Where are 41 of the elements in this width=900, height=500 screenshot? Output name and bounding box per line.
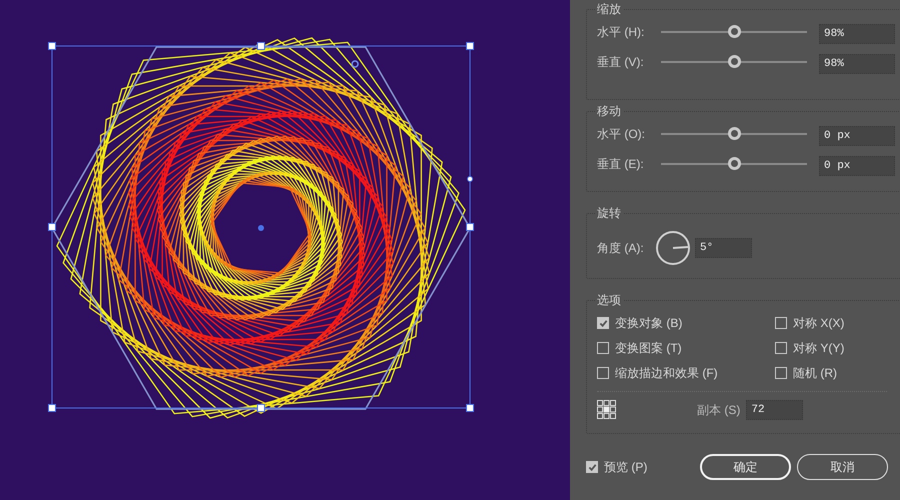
checkbox-label: 缩放描边和效果 (F) bbox=[615, 365, 718, 382]
input-field[interactable]: 98% bbox=[819, 54, 895, 74]
dialog-button[interactable]: 取消 bbox=[797, 454, 888, 480]
slider-thumb[interactable] bbox=[728, 25, 741, 38]
checkbox-label: 预览 (P) bbox=[604, 459, 648, 476]
checkbox[interactable] bbox=[586, 461, 598, 473]
checkbox-label: 随机 (R) bbox=[793, 365, 837, 382]
selected-spiral-artwork-drawing[interactable] bbox=[48, 37, 474, 419]
field-label: 角度 (A): bbox=[597, 240, 645, 257]
checkbox-label: 变换对象 (B) bbox=[615, 315, 682, 332]
input-field[interactable]: 0 px bbox=[819, 126, 895, 146]
field-label: 水平 (H): bbox=[597, 24, 646, 41]
checkbox-label: 变换图案 (T) bbox=[615, 340, 682, 357]
group-title: 缩放 bbox=[596, 1, 622, 18]
slider-thumb[interactable] bbox=[728, 127, 741, 140]
check-icon bbox=[588, 462, 596, 472]
slider-thumb[interactable] bbox=[728, 55, 741, 68]
checkbox[interactable] bbox=[597, 342, 609, 354]
checkbox[interactable] bbox=[775, 317, 787, 329]
checkbox[interactable] bbox=[775, 367, 787, 379]
checkbox[interactable] bbox=[597, 317, 609, 329]
field-label: 水平 (O): bbox=[597, 126, 646, 143]
field-label: 垂直 (V): bbox=[597, 54, 645, 71]
reference-point-icon[interactable] bbox=[597, 400, 617, 420]
field-label: 垂直 (E): bbox=[597, 156, 645, 173]
checkbox-label: 对称 Y(Y) bbox=[793, 340, 844, 357]
input-field[interactable]: 5° bbox=[695, 238, 752, 258]
check-icon bbox=[598, 318, 608, 328]
input-field[interactable]: 98% bbox=[819, 24, 895, 44]
group-title: 移动 bbox=[596, 103, 622, 120]
angle-dial-icon[interactable] bbox=[655, 230, 691, 266]
input-field[interactable]: 72 bbox=[746, 400, 804, 420]
checkbox[interactable] bbox=[775, 342, 787, 354]
dialog-button[interactable]: 确定 bbox=[700, 454, 791, 480]
checkbox-label: 对称 X(X) bbox=[793, 315, 844, 332]
group-title: 旋转 bbox=[596, 205, 622, 222]
input-field[interactable]: 0 px bbox=[819, 156, 895, 176]
slider-thumb[interactable] bbox=[728, 157, 741, 170]
checkbox[interactable] bbox=[597, 367, 609, 379]
field-label: 副本 (S) bbox=[697, 402, 740, 419]
group-title: 选项 bbox=[596, 292, 622, 309]
